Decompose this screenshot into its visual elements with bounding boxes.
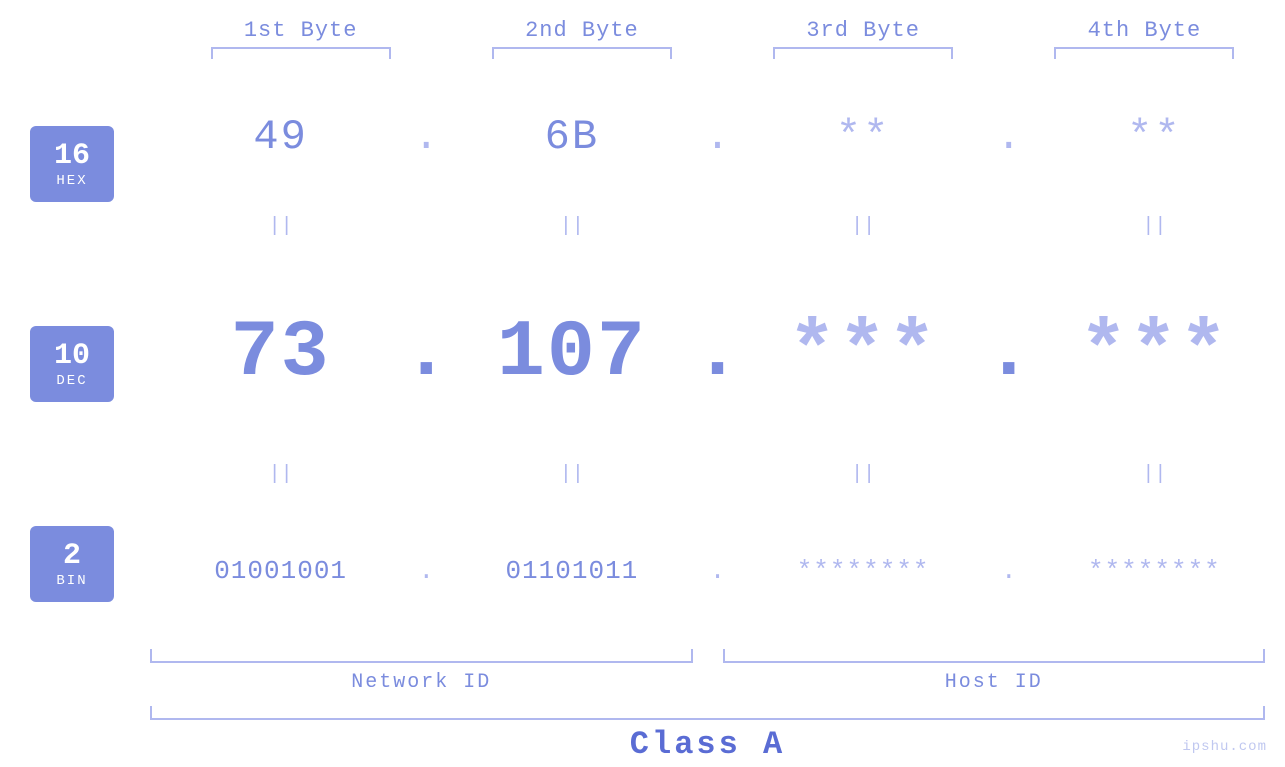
equals-divider-2: || || || || [150,463,1285,493]
hex-bytes-line: 49 . 6B . ** [150,59,1285,215]
hex-b3: ** [733,113,994,161]
layout: 16 HEX 10 DEC 2 BIN [0,59,1285,649]
dec-b2: 107 [441,308,702,399]
network-id-label: Network ID [351,671,491,694]
top-brackets [0,47,1285,59]
dec-badge-row: 10 DEC [30,279,150,449]
dec-b4: *** [1024,308,1285,399]
bracket-byte1 [211,47,391,59]
dec-sep3: . [994,314,1024,394]
byte1-header: 1st Byte [160,18,441,43]
dec-b1: 73 [150,308,411,399]
bin-name: BIN [56,573,87,589]
network-bracket [150,649,693,663]
bracket-byte3 [773,47,953,59]
bin-number: 2 [63,540,81,573]
right-col: 49 . 6B . ** [150,59,1285,649]
byte4-header: 4th Byte [1004,18,1285,43]
hex-data-row: 49 . 6B . ** [150,59,1285,215]
bin-b3: ******** [733,556,994,586]
host-bracket [723,649,1266,663]
eq2-b4: || [1142,463,1166,486]
main-container: 1st Byte 2nd Byte 3rd Byte 4th Byte 16 H… [0,0,1285,767]
watermark: ipshu.com [1182,739,1267,755]
dec-bytes-line: 73 . 107 . *** [150,245,1285,463]
bin-badge-row: 2 BIN [30,479,150,649]
bracket-byte4 [1054,47,1234,59]
hex-name: HEX [56,173,87,189]
bottom-labels-row: Network ID Host ID [150,671,1265,694]
hex-sep3: . [994,113,1024,161]
dec-sep2: . [703,314,733,394]
hex-sep1: . [411,113,441,161]
eq2-b3: || [851,463,875,486]
hex-badge-row: 16 HEX [30,79,150,249]
class-label-row: Class A [150,726,1265,763]
bin-data-row: 01001001 . 01101011 . ******** [150,493,1285,649]
dec-name: DEC [56,373,87,389]
host-id-label: Host ID [945,671,1043,694]
bin-b2: 01101011 [441,556,702,586]
equals-divider-1: || || || || [150,215,1285,245]
eq-spacer-2 [30,449,150,479]
bracket-byte2 [492,47,672,59]
bin-bytes-line: 01001001 . 01101011 . ******** [150,493,1285,649]
bin-sep2: . [703,556,733,586]
hex-b1: 49 [150,113,411,161]
eq2-b2: || [560,463,584,486]
bin-sep1: . [411,556,441,586]
eq2-b1: || [269,463,293,486]
bottom-section: Network ID Host ID Class A [0,649,1285,763]
byte-headers: 1st Byte 2nd Byte 3rd Byte 4th Byte [0,18,1285,43]
bottom-brackets-row [150,649,1265,663]
byte3-header: 3rd Byte [723,18,1004,43]
hex-sep2: . [703,113,733,161]
class-label: Class A [630,726,785,763]
eq1-b3: || [851,215,875,238]
bin-b1: 01001001 [150,556,411,586]
bin-sep3: . [994,556,1024,586]
byte2-header: 2nd Byte [441,18,722,43]
dec-b3: *** [733,308,994,399]
dec-badge: 10 DEC [30,326,114,402]
hex-b4: ** [1024,113,1285,161]
hex-badge: 16 HEX [30,126,114,202]
bin-b4: ******** [1024,556,1285,586]
bin-badge: 2 BIN [30,526,114,602]
hex-b2: 6B [441,113,702,161]
dec-data-row: 73 . 107 . *** [150,245,1285,463]
dec-sep1: . [411,314,441,394]
eq1-b2: || [560,215,584,238]
hex-number: 16 [54,140,90,173]
base-labels-col: 16 HEX 10 DEC 2 BIN [0,59,150,649]
class-bracket [150,706,1265,720]
eq1-b4: || [1142,215,1166,238]
dec-number: 10 [54,340,90,373]
eq-spacer-1 [30,249,150,279]
eq1-b1: || [269,215,293,238]
